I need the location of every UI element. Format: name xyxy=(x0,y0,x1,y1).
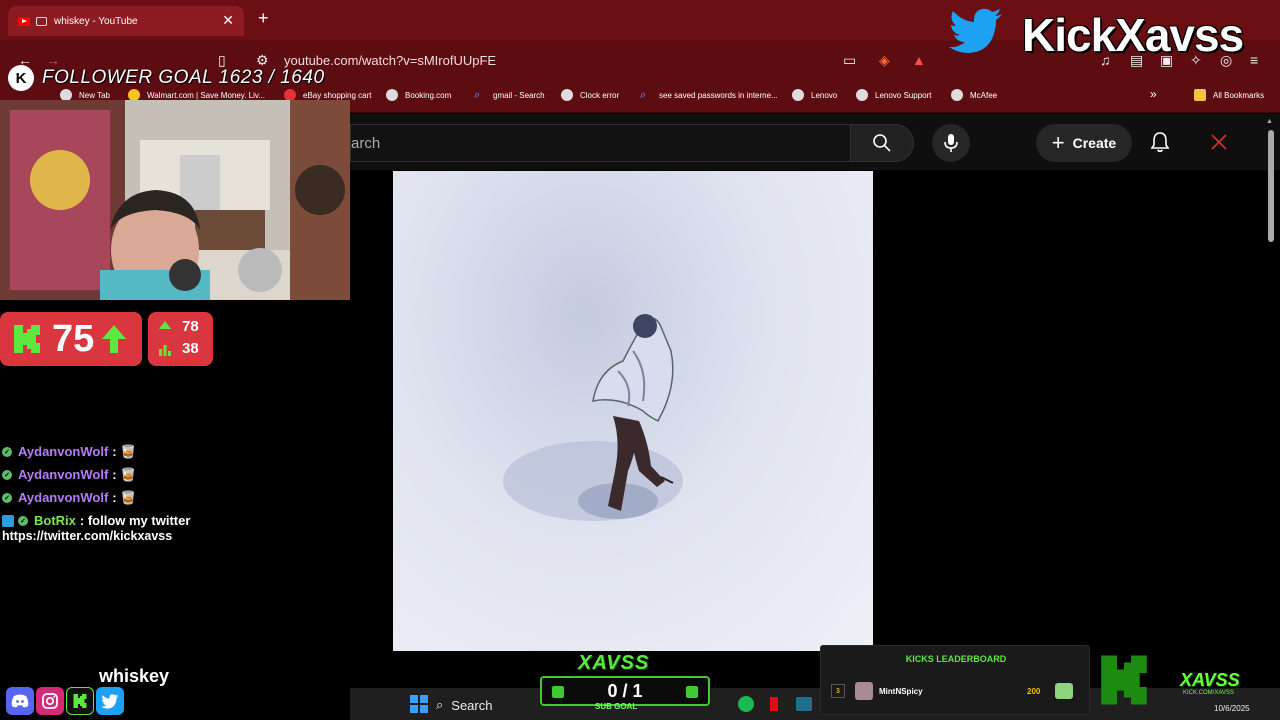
kick-logo-icon: K xyxy=(8,65,34,91)
globe-icon xyxy=(856,89,868,101)
app-taskbar-icon[interactable] xyxy=(796,697,812,711)
globe-icon xyxy=(951,89,963,101)
leaderboard-rank: 3 xyxy=(831,684,845,698)
verified-badge-icon: ✓ xyxy=(2,492,12,503)
search-icon: ⌕ xyxy=(474,89,481,101)
corner-brand-sub: KICK.COM/XAVSS xyxy=(1183,690,1234,696)
search-icon: ⌕ xyxy=(436,697,444,712)
chat-feed: ✓ AydanvonWolf : 🥃 ✓ AydanvonWolf : 🥃 ✓ … xyxy=(2,440,342,547)
video-player[interactable] xyxy=(393,171,873,651)
gift-icon xyxy=(686,686,698,698)
bookmark-item[interactable]: Lenovo Support xyxy=(856,89,932,101)
gift-icon xyxy=(552,686,564,698)
verified-badge-icon: ✓ xyxy=(2,446,12,457)
browser-tab[interactable]: whiskey - YouTube ✕ xyxy=(8,6,244,36)
kicks-leaderboard: KICKS LEADERBOARD 3 MintNSpicy 200 xyxy=(820,645,1090,715)
leaderboard-title: KICKS LEADERBOARD xyxy=(905,654,1007,664)
sub-goal-value: 0 / 1 xyxy=(607,680,643,701)
rewards-icon[interactable]: ▲ xyxy=(912,52,926,68)
verified-badge-icon: ✓ xyxy=(18,515,28,526)
search-icon: ⌕ xyxy=(640,89,647,101)
shirt-icon xyxy=(1055,683,1073,699)
youtube-icon xyxy=(18,16,30,26)
folder-icon xyxy=(1194,89,1206,101)
webcam-scene xyxy=(0,100,350,300)
chat-message: ✓ AydanvonWolf : 🥃 xyxy=(2,440,342,463)
arrow-up-icon xyxy=(102,325,127,353)
scroll-up-icon[interactable]: ▲ xyxy=(1266,118,1273,125)
screen: whiskey - YouTube ✕ + ← → ▯ ⚙ youtube.co… xyxy=(0,0,1280,720)
search-button[interactable] xyxy=(850,124,914,162)
globe-icon xyxy=(561,89,573,101)
kick-k-icon xyxy=(14,325,40,353)
globe-icon xyxy=(792,89,804,101)
twitter-icon xyxy=(96,687,124,715)
close-tab-icon[interactable]: ✕ xyxy=(222,12,234,29)
taskbar-date: 10/6/2025 xyxy=(1214,704,1250,713)
follower-goal-banner: K FOLLOWER GOAL 1623 / 1640 xyxy=(0,64,340,92)
more-bookmarks-icon[interactable]: » xyxy=(1150,87,1157,101)
menu-icon[interactable]: ≡ xyxy=(1250,52,1258,68)
tab-group-icon xyxy=(36,16,47,26)
notifications-bell-icon[interactable] xyxy=(1150,131,1170,153)
voice-search-button[interactable] xyxy=(932,124,970,162)
stats-box: 78 38 xyxy=(148,312,213,366)
webcam-feed xyxy=(0,100,350,300)
tab-title: whiskey - YouTube xyxy=(54,15,138,27)
kick-viewer-counter: 75 xyxy=(0,312,142,366)
cast-icon[interactable]: ▭ xyxy=(843,52,856,69)
bar-chart-icon xyxy=(159,344,171,356)
bookmark-item[interactable]: ⌕ gmail - Search xyxy=(474,89,545,101)
discord-icon xyxy=(6,687,34,715)
verified-badge-icon: ✓ xyxy=(2,469,12,480)
chat-link-text: https://twitter.com/kickxavss xyxy=(2,529,173,543)
channel-brand-text: KickXavss xyxy=(1022,9,1244,61)
chat-message: ✓ AydanvonWolf : 🥃 xyxy=(2,486,342,509)
chat-message: ✓ AydanvonWolf : 🥃 xyxy=(2,463,342,486)
microphone-icon xyxy=(944,134,958,152)
kick-icon xyxy=(66,687,94,715)
search-input[interactable]: arch xyxy=(350,124,850,162)
netflix-icon[interactable] xyxy=(770,697,778,711)
globe-icon xyxy=(386,89,398,101)
stat-row-bottom: 38 xyxy=(158,340,199,357)
leaderboard-score: 200 xyxy=(1027,686,1041,696)
bookmark-item[interactable]: ⌕ see saved passwords in interne... xyxy=(640,89,778,101)
search-icon xyxy=(873,134,891,152)
leaderboard-row: 3 MintNSpicy 200 xyxy=(831,680,1081,702)
bookmark-item[interactable]: McAfee xyxy=(951,89,997,101)
stat-row-top: 78 xyxy=(158,318,199,335)
create-button[interactable]: + Create xyxy=(1036,124,1132,162)
brave-shield-icon[interactable]: ◈ xyxy=(879,52,890,69)
windows-start-icon[interactable] xyxy=(410,695,428,713)
page-scrollbar[interactable] xyxy=(1268,130,1274,242)
video-frame-snowboarder xyxy=(503,314,683,521)
twitter-bird-icon xyxy=(949,8,1002,54)
bookmark-item[interactable]: Clock error xyxy=(561,89,619,101)
corner-brand: XAVSS xyxy=(1180,670,1240,690)
spotify-icon[interactable] xyxy=(738,696,754,712)
xavss-logo: XAVSS xyxy=(578,652,650,674)
leaderboard-name: MintNSpicy xyxy=(879,686,923,696)
bot-icon xyxy=(2,514,14,527)
instagram-icon xyxy=(36,687,64,715)
plus-icon: + xyxy=(1051,130,1065,155)
kick-corner-logo-icon xyxy=(1101,655,1147,705)
all-bookmarks[interactable]: All Bookmarks xyxy=(1194,89,1264,101)
avatar xyxy=(855,682,873,700)
kick-count-value: 75 xyxy=(52,317,95,360)
close-x-icon[interactable] xyxy=(1210,131,1228,153)
bookmark-item[interactable]: Lenovo xyxy=(792,89,837,101)
new-tab-icon[interactable]: + xyxy=(258,8,269,29)
song-title: whiskey xyxy=(99,666,170,686)
sub-goal-label: SUB GOAL xyxy=(595,702,638,711)
follower-goal-text: FOLLOWER GOAL 1623 / 1640 xyxy=(42,67,325,88)
bookmark-item[interactable]: Booking.com xyxy=(386,89,451,101)
person-up-icon xyxy=(159,320,171,329)
